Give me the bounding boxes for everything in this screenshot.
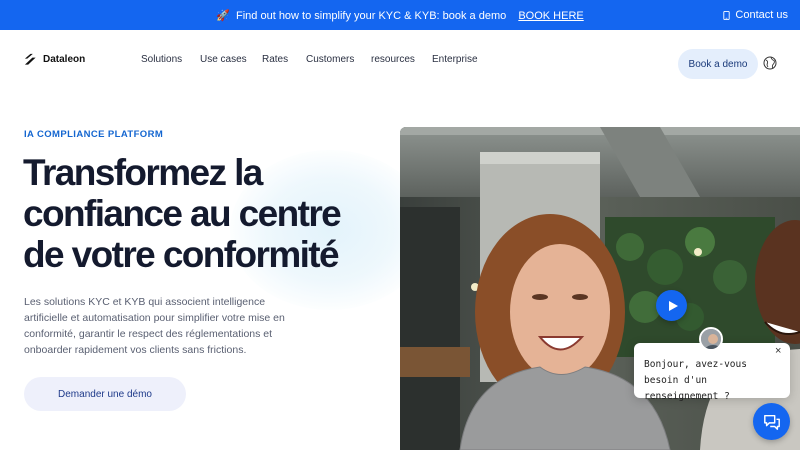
brand-name: Dataleon bbox=[43, 54, 86, 65]
nav-item-resources[interactable]: resources bbox=[371, 54, 432, 65]
nav-item-rates[interactable]: Rates bbox=[262, 54, 306, 65]
hero-headline: Transformez la confiance au centre de vo… bbox=[23, 152, 383, 275]
announcement-text: Find out how to simplify your KYC & KYB:… bbox=[236, 10, 507, 22]
chat-greeting-bubble[interactable]: Bonjour, avez-vous besoin d'un renseigne… bbox=[634, 343, 790, 402]
headline-line-1: Transformez la bbox=[23, 152, 263, 193]
book-demo-button[interactable]: Book a demo bbox=[678, 49, 758, 79]
nav-menu: Solutions Use cases Rates Customers reso… bbox=[141, 54, 478, 65]
chat-launcher-button[interactable] bbox=[753, 403, 790, 440]
hero-eyebrow: IA COMPLIANCE PLATFORM bbox=[24, 129, 164, 140]
play-video-button[interactable] bbox=[656, 290, 687, 321]
contact-us-link[interactable]: Contact us bbox=[722, 9, 788, 21]
rocket-icon: 🚀 bbox=[216, 10, 230, 22]
phone-icon bbox=[723, 10, 731, 20]
chat-bubbles-icon bbox=[763, 414, 780, 430]
nav-item-solutions[interactable]: Solutions bbox=[141, 54, 200, 65]
nav-item-customers[interactable]: Customers bbox=[306, 54, 371, 65]
headline-line-3: de votre conformité bbox=[23, 234, 340, 275]
globe-icon[interactable] bbox=[763, 56, 777, 70]
chat-greeting-message: Bonjour, avez-vous besoin d'un renseigne… bbox=[644, 359, 747, 402]
main-navigation: Dataleon Solutions Use cases Rates Custo… bbox=[0, 30, 800, 96]
hero-description: Les solutions KYC et KYB qui associent i… bbox=[24, 296, 285, 356]
play-icon bbox=[668, 300, 678, 311]
chat-close-icon[interactable]: × bbox=[775, 346, 781, 357]
brand-logo[interactable]: Dataleon bbox=[24, 53, 85, 66]
request-demo-button[interactable]: Demander une démo bbox=[24, 377, 186, 411]
contact-us-label: Contact us bbox=[735, 9, 788, 21]
dataleon-logo-icon bbox=[24, 53, 36, 65]
nav-item-use-cases[interactable]: Use cases bbox=[200, 54, 262, 65]
announcement-bar: 🚀 Find out how to simplify your KYC & KY… bbox=[0, 0, 800, 30]
book-here-link[interactable]: BOOK HERE bbox=[518, 10, 583, 22]
nav-item-enterprise[interactable]: Enterprise bbox=[432, 54, 478, 65]
announcement-promo: 🚀 Find out how to simplify your KYC & KY… bbox=[0, 9, 800, 22]
chat-agent-avatar bbox=[699, 327, 723, 351]
headline-line-2: confiance au centre bbox=[23, 193, 342, 234]
